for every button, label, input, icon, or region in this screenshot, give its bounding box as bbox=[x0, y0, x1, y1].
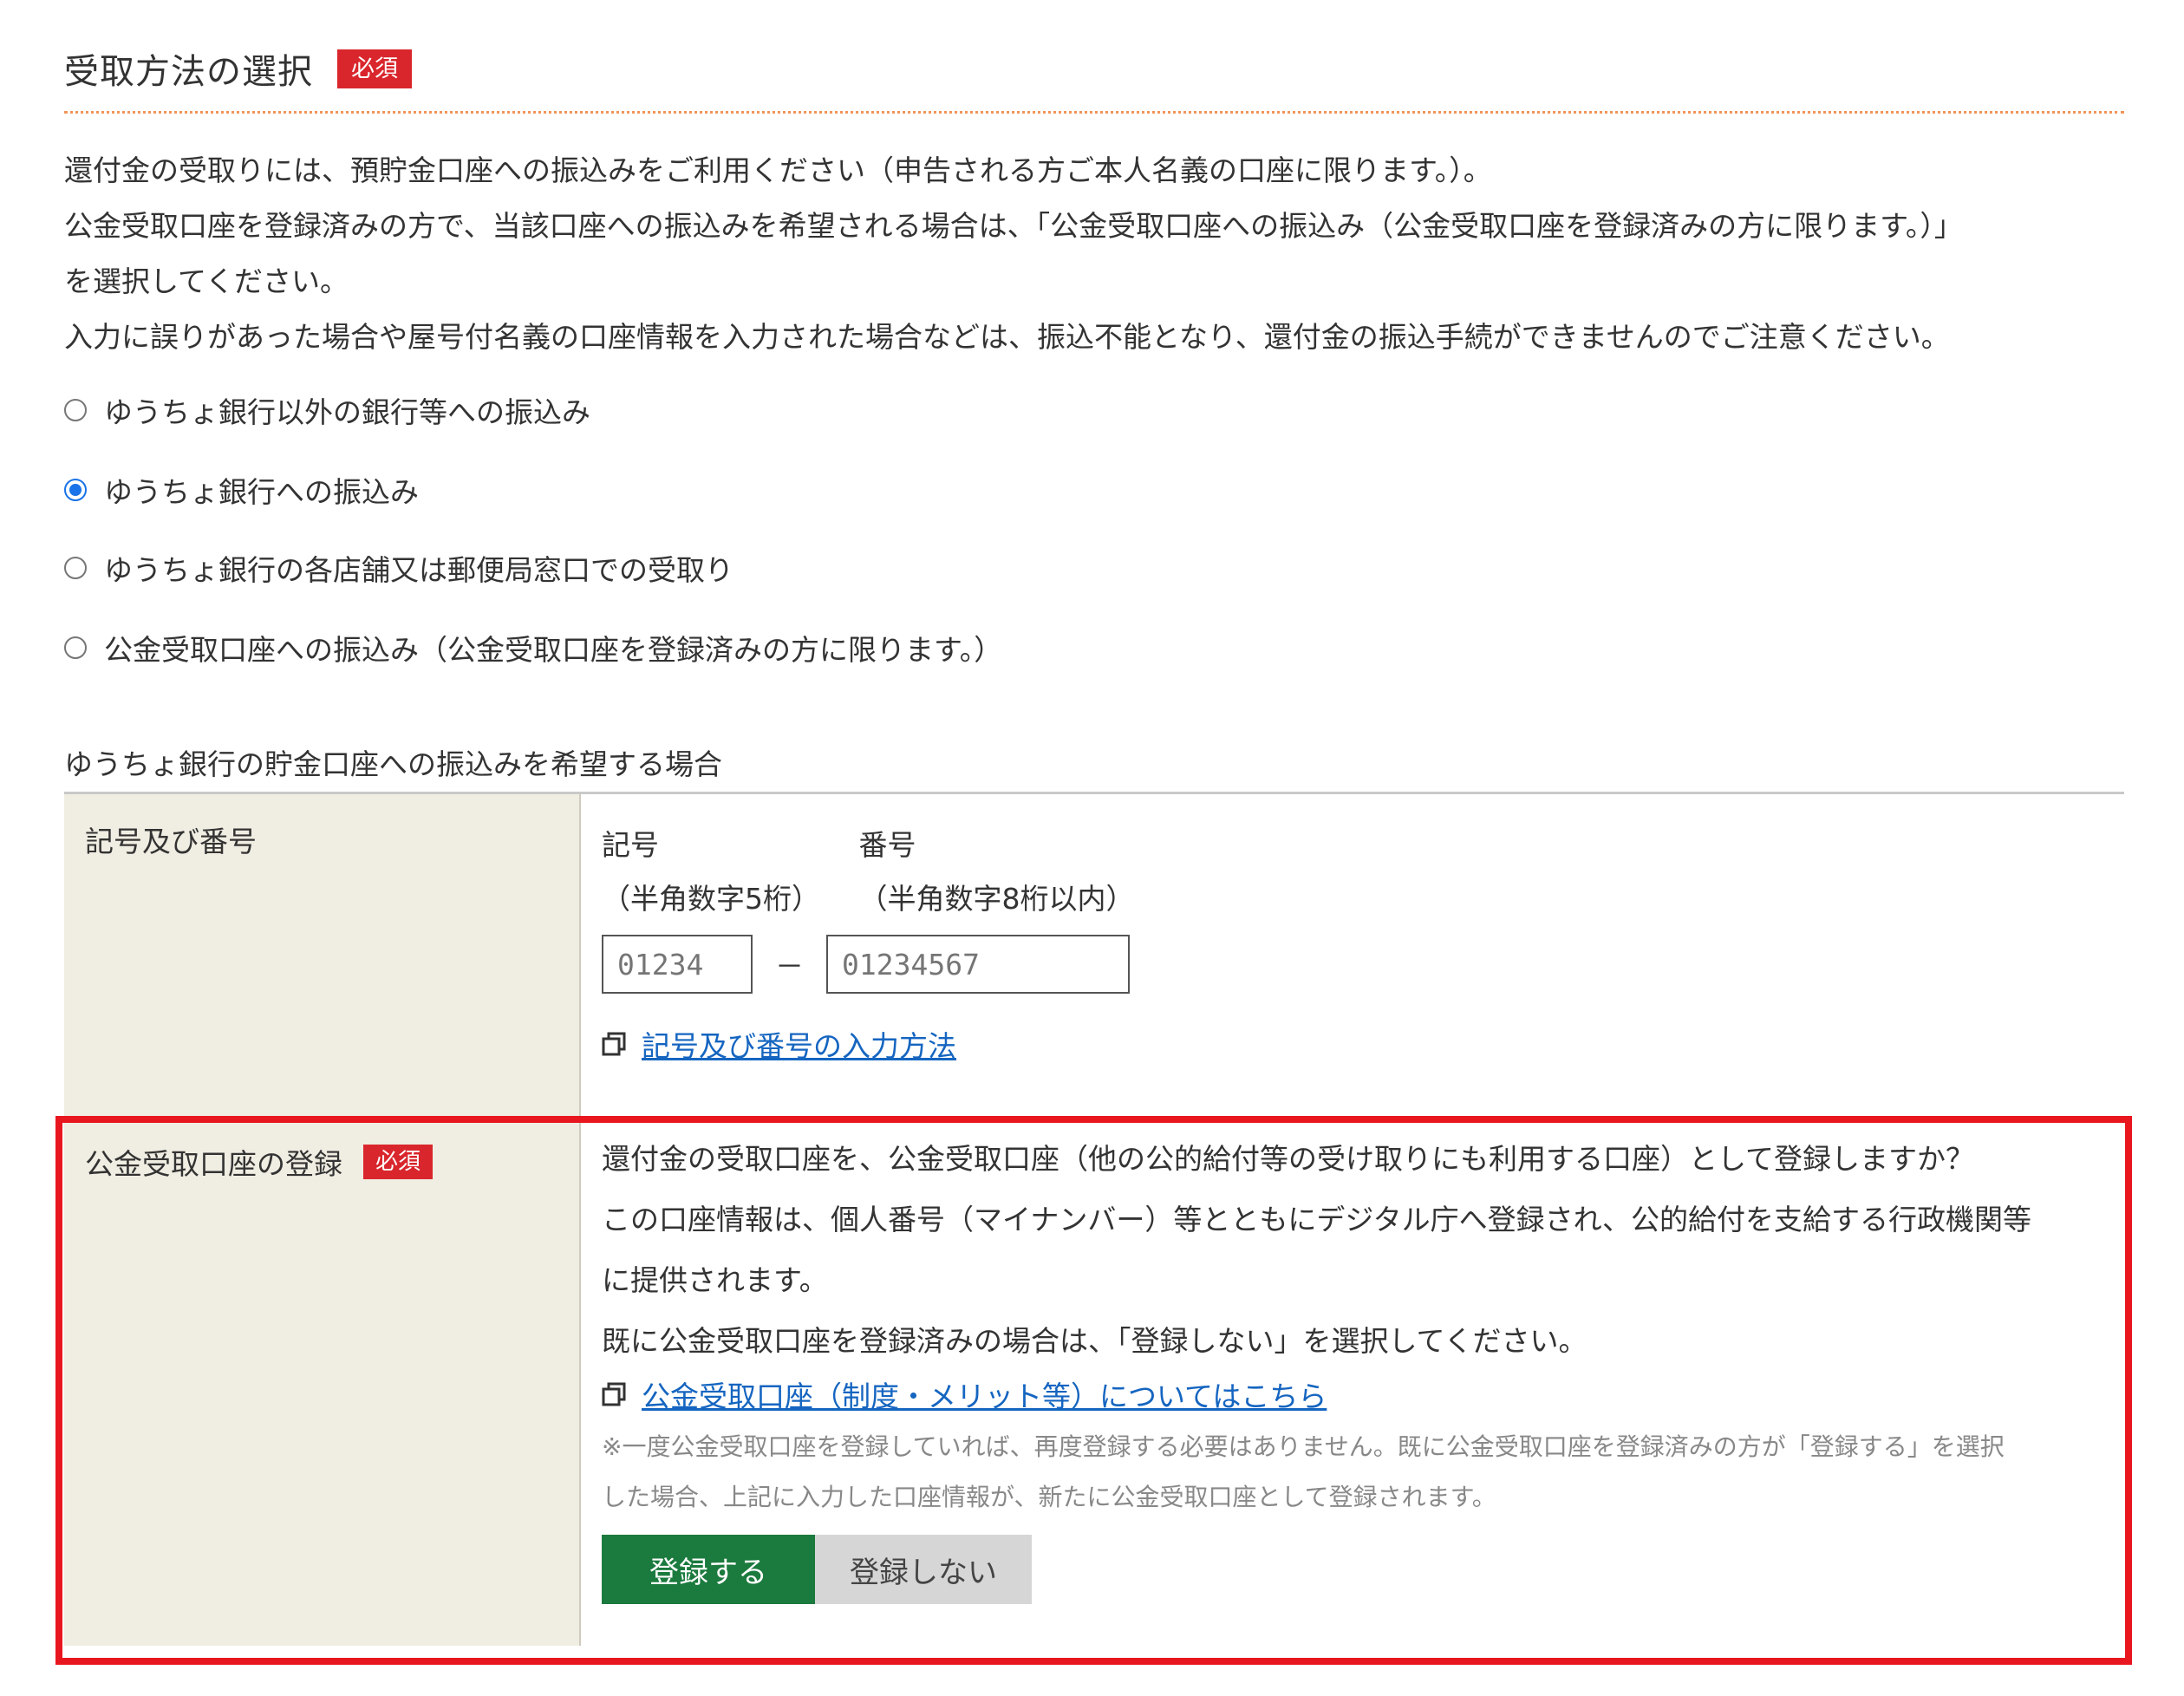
yucho-heading: ゆうちょ銀行の貯金口座への振込みを希望する場合 bbox=[64, 747, 722, 781]
intro-line: 入力に誤りがあった場合や屋号付名義の口座情報を入力された場合などは、振込不能とな… bbox=[64, 320, 1950, 354]
koukin-body: 還付金の受取口座を、公金受取口座（他の公的給付等の受け取りにも利用する口座）とし… bbox=[581, 1117, 2124, 1646]
intro-line: を選択してください。 bbox=[64, 264, 349, 298]
radio-option-koukin[interactable]: 公金受取口座への振込み（公金受取口座を登録済みの方に限ります。） bbox=[64, 627, 1002, 669]
divider bbox=[64, 111, 2124, 114]
radio-button[interactable] bbox=[64, 399, 87, 421]
koukin-label-cell: 公金受取口座の登録 必須 bbox=[64, 1117, 581, 1646]
intro-line: 還付金の受取りには、預貯金口座への振込みをご利用ください（申告される方ご本人名義… bbox=[64, 153, 1492, 187]
separator-dash: － bbox=[775, 949, 804, 983]
koukin-text: 還付金の受取口座を、公金受取口座（他の公的給付等の受け取りにも利用する口座）とし… bbox=[602, 1142, 1975, 1176]
koukin-text: この口座情報は、個人番号（マイナンバー）等とともにデジタル庁へ登録され、公的給付… bbox=[602, 1203, 2032, 1236]
section-title: 受取方法の選択 必須 bbox=[64, 43, 412, 94]
kigo-input[interactable] bbox=[602, 935, 753, 994]
radio-label: ゆうちょ銀行の各店舗又は郵便局窓口での受取り bbox=[104, 553, 733, 587]
radio-button[interactable] bbox=[64, 557, 87, 579]
koukin-text: に提供されます。 bbox=[602, 1263, 828, 1297]
koukin-text: 既に公金受取口座を登録済みの場合は、「登録しない」を選択してください。 bbox=[602, 1324, 1587, 1358]
kigo-hint: （半角数字5桁） bbox=[602, 882, 820, 916]
radio-label: ゆうちょ銀行への振込み bbox=[104, 475, 419, 509]
register-button[interactable]: 登録する bbox=[602, 1535, 815, 1604]
intro-text: 還付金の受取りには、預貯金口座への振込みをご利用ください（申告される方ご本人名義… bbox=[64, 143, 2145, 365]
bango-header: 番号 （半角数字8桁以内） bbox=[859, 819, 1135, 926]
required-badge: 必須 bbox=[363, 1145, 434, 1179]
radio-label: 公金受取口座への振込み（公金受取口座を登録済みの方に限ります。） bbox=[104, 633, 1003, 667]
kigo-label: 記号 bbox=[602, 828, 659, 862]
account-number-row: 記号及び番号 記号 （半角数字5桁） 番号 （半角数字8桁以内） － bbox=[64, 794, 2124, 1117]
bango-input[interactable] bbox=[826, 935, 1130, 994]
koukin-note: ※一度公金受取口座を登録していれば、再度登録する必要はありません。既に公金受取口… bbox=[602, 1432, 2005, 1461]
kigo-header: 記号 （半角数字5桁） bbox=[602, 819, 850, 926]
koukin-registration-row: 公金受取口座の登録 必須 還付金の受取口座を、公金受取口座（他の公的給付等の受け… bbox=[64, 1117, 2124, 1646]
account-number-label: 記号及び番号 bbox=[64, 794, 581, 1117]
koukin-label: 公金受取口座の登録 bbox=[85, 1147, 342, 1181]
koukin-note: した場合、上記に入力した口座情報が、新たに公金受取口座として登録されます。 bbox=[602, 1483, 1496, 1511]
new-window-icon bbox=[602, 1032, 626, 1056]
intro-line: 公金受取口座を登録済みの方で、当該口座への振込みを希望される場合は、「公金受取口… bbox=[64, 209, 1963, 243]
radio-button[interactable] bbox=[64, 636, 87, 659]
required-badge: 必須 bbox=[337, 49, 412, 88]
bango-hint: （半角数字8桁以内） bbox=[858, 882, 1135, 916]
page-title: 受取方法の選択 bbox=[64, 52, 313, 92]
account-number-body: 記号 （半角数字5桁） 番号 （半角数字8桁以内） － 記号及び番号の入力方法 bbox=[581, 794, 2124, 1117]
radio-option-other-bank[interactable]: ゆうちょ銀行以外の銀行等への振込み bbox=[64, 389, 590, 431]
radio-option-yucho-counter[interactable]: ゆうちょ銀行の各店舗又は郵便局窓口での受取り bbox=[64, 547, 733, 589]
new-window-icon bbox=[602, 1382, 626, 1406]
radio-option-yucho[interactable]: ゆうちょ銀行への振込み bbox=[64, 469, 419, 511]
radio-label: ゆうちょ銀行以外の銀行等への振込み bbox=[104, 395, 590, 429]
no-register-button[interactable]: 登録しない bbox=[815, 1535, 1032, 1604]
account-number-help-link[interactable]: 記号及び番号の入力方法 bbox=[642, 1023, 956, 1065]
radio-button-selected[interactable] bbox=[64, 479, 87, 501]
koukin-info-link[interactable]: 公金受取口座（制度・メリット等）についてはこちら bbox=[642, 1373, 1327, 1415]
account-form-table: 記号及び番号 記号 （半角数字5桁） 番号 （半角数字8桁以内） － bbox=[64, 792, 2124, 1646]
bango-label: 番号 bbox=[858, 828, 916, 862]
